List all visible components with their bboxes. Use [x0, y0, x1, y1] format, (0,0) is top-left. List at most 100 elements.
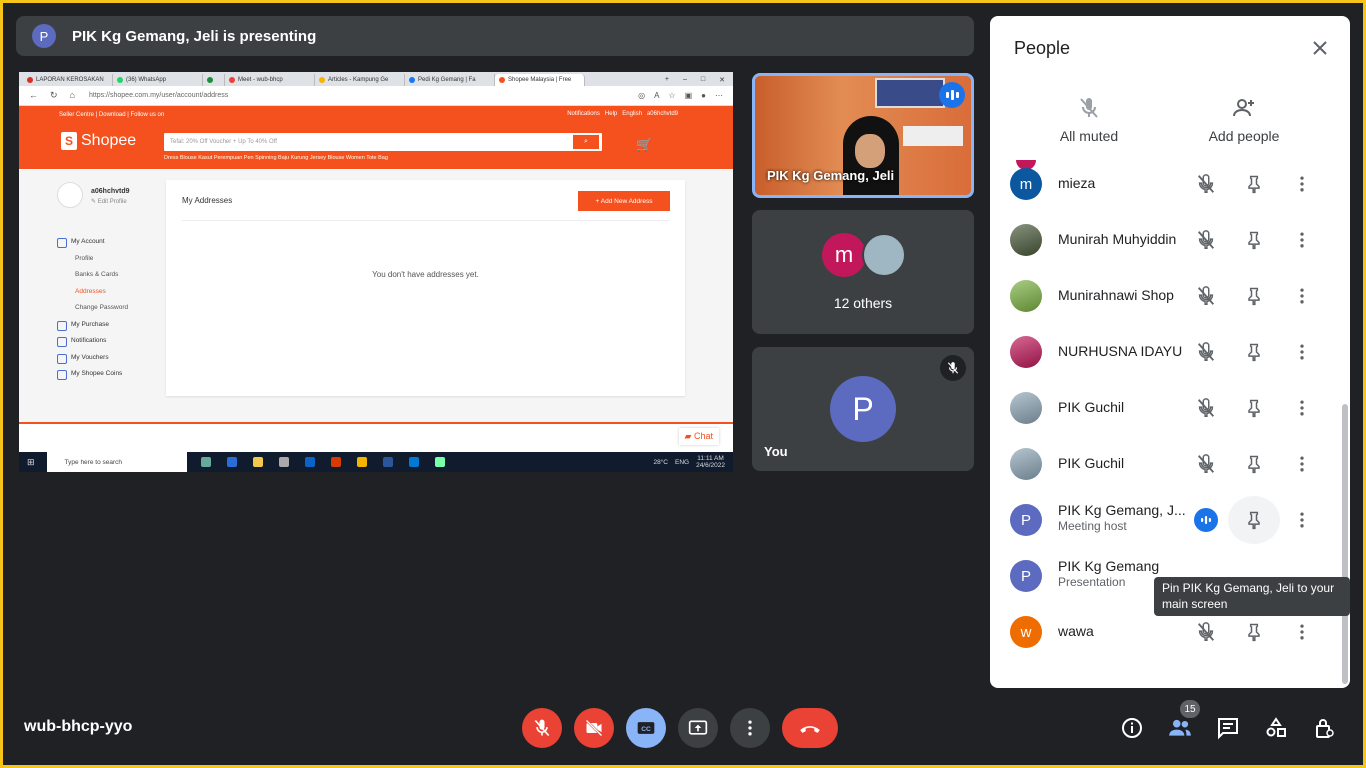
more-vert-icon[interactable]	[1290, 508, 1314, 532]
meeting-info-button[interactable]	[1116, 712, 1148, 744]
browser-tab-active[interactable]: Shopee Malaysia | Free	[495, 74, 585, 86]
mic-off-icon[interactable]	[1194, 284, 1218, 308]
participant-row[interactable]: P PIK Kg Gemang, J... Meeting host	[990, 492, 1342, 548]
user-link[interactable]: a06hchvtd9	[647, 111, 678, 117]
menu-coins[interactable]: My Shopee Coins	[57, 366, 128, 383]
back-icon[interactable]: ←	[29, 90, 38, 101]
search-suggestions[interactable]: Dress Blouse Kasut Perempuan Pen Spinnin…	[164, 155, 388, 161]
new-tab-icon[interactable]: +	[665, 76, 669, 84]
menu-icon[interactable]: ⋯	[715, 91, 723, 100]
participant-row[interactable]: Munirah Muhyiddin	[990, 212, 1342, 268]
windows-start-icon[interactable]: ⊞	[27, 457, 35, 468]
menu-my-account[interactable]: My Account	[57, 234, 128, 251]
mic-off-icon[interactable]	[1194, 452, 1218, 476]
read-aloud-icon[interactable]: A	[654, 91, 659, 100]
mic-off-icon[interactable]	[1194, 396, 1218, 420]
more-vert-icon[interactable]	[1290, 452, 1314, 476]
close-window-icon[interactable]: ✕	[719, 76, 725, 84]
more-vert-icon[interactable]	[1290, 172, 1314, 196]
self-tile[interactable]: P You	[752, 347, 974, 471]
app-icon[interactable]	[434, 457, 445, 467]
participant-row[interactable]: m mieza	[990, 156, 1342, 212]
maximize-icon[interactable]: □	[701, 76, 705, 84]
favorite-icon[interactable]: ☆	[668, 91, 675, 100]
pin-icon[interactable]	[1242, 284, 1266, 308]
more-vert-icon[interactable]	[1290, 284, 1314, 308]
more-vert-icon[interactable]	[1290, 228, 1314, 252]
menu-profile[interactable]: Profile	[57, 251, 128, 268]
mic-off-icon[interactable]	[1194, 340, 1218, 364]
add-address-button[interactable]: + Add New Address	[578, 191, 670, 211]
folder-icon[interactable]	[252, 457, 263, 467]
weather-text[interactable]: 28°C	[653, 459, 668, 466]
pin-icon[interactable]	[1242, 340, 1266, 364]
language-link[interactable]: English	[622, 111, 642, 117]
camera-button[interactable]	[574, 708, 614, 748]
browser-tab[interactable]: (36) WhatsApp	[113, 74, 203, 86]
captions-button[interactable]: CC	[626, 708, 666, 748]
browser-tab[interactable]	[203, 74, 225, 86]
menu-notifications[interactable]: Notifications	[57, 333, 128, 350]
close-icon[interactable]	[1308, 36, 1332, 60]
present-button[interactable]	[678, 708, 718, 748]
shared-screen[interactable]: LAPORAN KEROSAKAN (36) WhatsApp Meet - w…	[19, 72, 733, 472]
explorer-icon[interactable]	[356, 457, 367, 467]
word-icon[interactable]	[382, 457, 393, 467]
photos-icon[interactable]	[408, 457, 419, 467]
host-controls-button[interactable]	[1308, 712, 1340, 744]
minimize-icon[interactable]: –	[683, 76, 687, 84]
clock[interactable]: 11:11 AM 24/6/2022	[696, 455, 725, 469]
office-icon[interactable]	[330, 457, 341, 467]
menu-banks[interactable]: Banks & Cards	[57, 267, 128, 284]
reload-icon[interactable]: ↻	[50, 90, 58, 101]
mic-off-icon[interactable]	[1194, 228, 1218, 252]
browser-tab[interactable]: Pedi Kg Gemang | Fa	[405, 74, 495, 86]
chat-panel-button[interactable]	[1212, 712, 1244, 744]
browser-tab[interactable]: Meet - wub-bhcp	[225, 74, 315, 86]
taskbar-search[interactable]: Type here to search	[46, 452, 187, 472]
all-muted-button[interactable]: All muted	[1024, 96, 1154, 144]
url-field[interactable]: https://shopee.com.my/user/account/addre…	[89, 92, 228, 99]
browser-tab[interactable]: Articles - Kampung Ge	[315, 74, 405, 86]
mic-off-icon[interactable]	[1194, 620, 1218, 644]
pin-icon[interactable]	[1242, 452, 1266, 476]
collections-icon[interactable]: ▣	[685, 91, 693, 100]
more-vert-icon[interactable]	[1290, 340, 1314, 364]
store-icon[interactable]	[278, 457, 289, 467]
more-vert-icon[interactable]	[1290, 396, 1314, 420]
search-icon[interactable]: ⌕	[573, 135, 599, 149]
shopee-logo[interactable]: S Shopee	[61, 132, 136, 150]
help-link[interactable]: Help	[605, 111, 617, 117]
pin-icon[interactable]	[1242, 172, 1266, 196]
add-people-button[interactable]: Add people	[1179, 96, 1309, 144]
more-options-button[interactable]	[730, 708, 770, 748]
menu-addresses[interactable]: Addresses	[57, 284, 128, 301]
others-tile[interactable]: m 12 others	[752, 210, 974, 334]
mic-off-icon[interactable]	[1194, 172, 1218, 196]
lang-text[interactable]: ENG	[675, 459, 689, 466]
menu-change-password[interactable]: Change Password	[57, 300, 128, 317]
browser-tab[interactable]: LAPORAN KEROSAKAN	[23, 74, 113, 86]
home-icon[interactable]: ⌂	[70, 90, 75, 101]
notifications-link[interactable]: Notifications	[567, 111, 600, 117]
cart-icon[interactable]: 🛒	[636, 137, 652, 153]
edge-icon[interactable]	[226, 457, 237, 467]
participant-row[interactable]: Munirahnawi Shop	[990, 268, 1342, 324]
shopee-search-input[interactable]: Tefal: 20% Off Voucher + Up To 40% Off ⌕	[164, 133, 602, 151]
menu-vouchers[interactable]: My Vouchers	[57, 350, 128, 367]
profile-icon[interactable]: ●	[701, 91, 706, 100]
pin-icon[interactable]	[1242, 620, 1266, 644]
extension-icon[interactable]: ◎	[638, 91, 645, 100]
presenter-tile[interactable]: PIK Kg Gemang, Jeli	[752, 73, 974, 198]
more-vert-icon[interactable]	[1290, 620, 1314, 644]
pin-icon[interactable]	[1242, 396, 1266, 420]
chat-button[interactable]: ▰ Chat	[678, 428, 719, 445]
scrollbar[interactable]	[1342, 404, 1348, 684]
activities-button[interactable]	[1260, 712, 1292, 744]
top-links[interactable]: Seller Centre | Download | Follow us on	[59, 112, 164, 118]
leave-call-button[interactable]	[782, 708, 838, 748]
participant-row[interactable]: NURHUSNA IDAYU	[990, 324, 1342, 380]
mail-icon[interactable]	[304, 457, 315, 467]
mic-button[interactable]	[522, 708, 562, 748]
menu-my-purchase[interactable]: My Purchase	[57, 317, 128, 334]
